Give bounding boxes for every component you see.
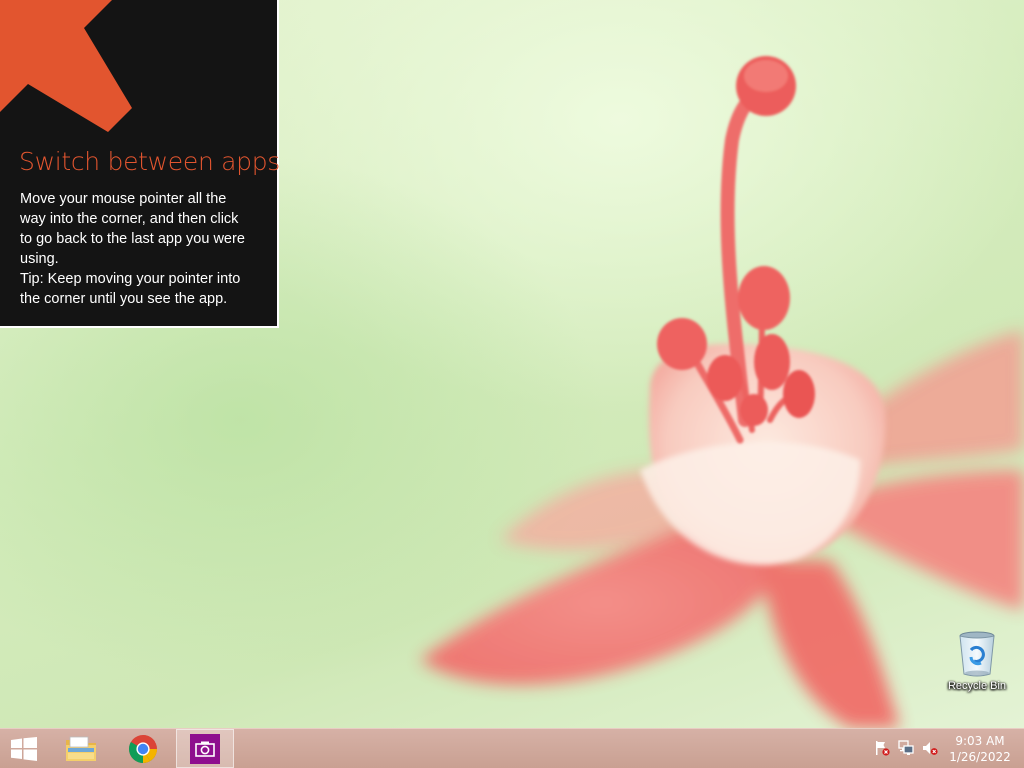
tip-line: the corner until you see the app. [20, 291, 228, 307]
tip-line: way into the corner, and then click [20, 211, 239, 227]
chrome-icon [129, 734, 157, 763]
tip-body: Move your mouse pointer all the way into… [20, 189, 265, 309]
recycle-bin-icon [959, 631, 995, 677]
network-icon[interactable] [898, 740, 914, 756]
volume-muted-icon[interactable] [922, 740, 938, 756]
tip-line: using. [20, 251, 59, 267]
tip-title: Switch between apps [19, 147, 281, 176]
taskbar: 9:03 AM 1/26/2022 [0, 728, 1024, 768]
desktop[interactable]: Switch between apps Move your mouse poin… [0, 0, 1024, 728]
taskbar-chrome-button[interactable] [118, 729, 168, 768]
camera-icon [190, 733, 220, 764]
taskbar-file-explorer-button[interactable] [56, 729, 106, 768]
tip-line: Move your mouse pointer all the [20, 191, 227, 207]
windows-logo-icon [11, 736, 37, 761]
tip-line: Tip: Keep moving your pointer into [20, 271, 241, 287]
switch-apps-tip-panel: Switch between apps Move your mouse poin… [0, 0, 281, 328]
start-button[interactable] [0, 729, 48, 768]
taskbar-camera-button[interactable] [176, 729, 234, 768]
recycle-bin-desktop-icon[interactable]: Recycle Bin [940, 630, 1014, 700]
tip-line: to go back to the last app you were [20, 231, 245, 247]
taskbar-clock[interactable]: 9:03 AM 1/26/2022 [944, 733, 1016, 765]
action-center-flag-icon[interactable] [874, 740, 890, 756]
clock-date: 1/26/2022 [949, 750, 1011, 764]
file-explorer-icon [66, 736, 96, 761]
clock-time: 9:03 AM [955, 734, 1005, 748]
arrow-up-left-icon [0, 0, 132, 132]
recycle-bin-label: Recycle Bin [947, 680, 1007, 692]
